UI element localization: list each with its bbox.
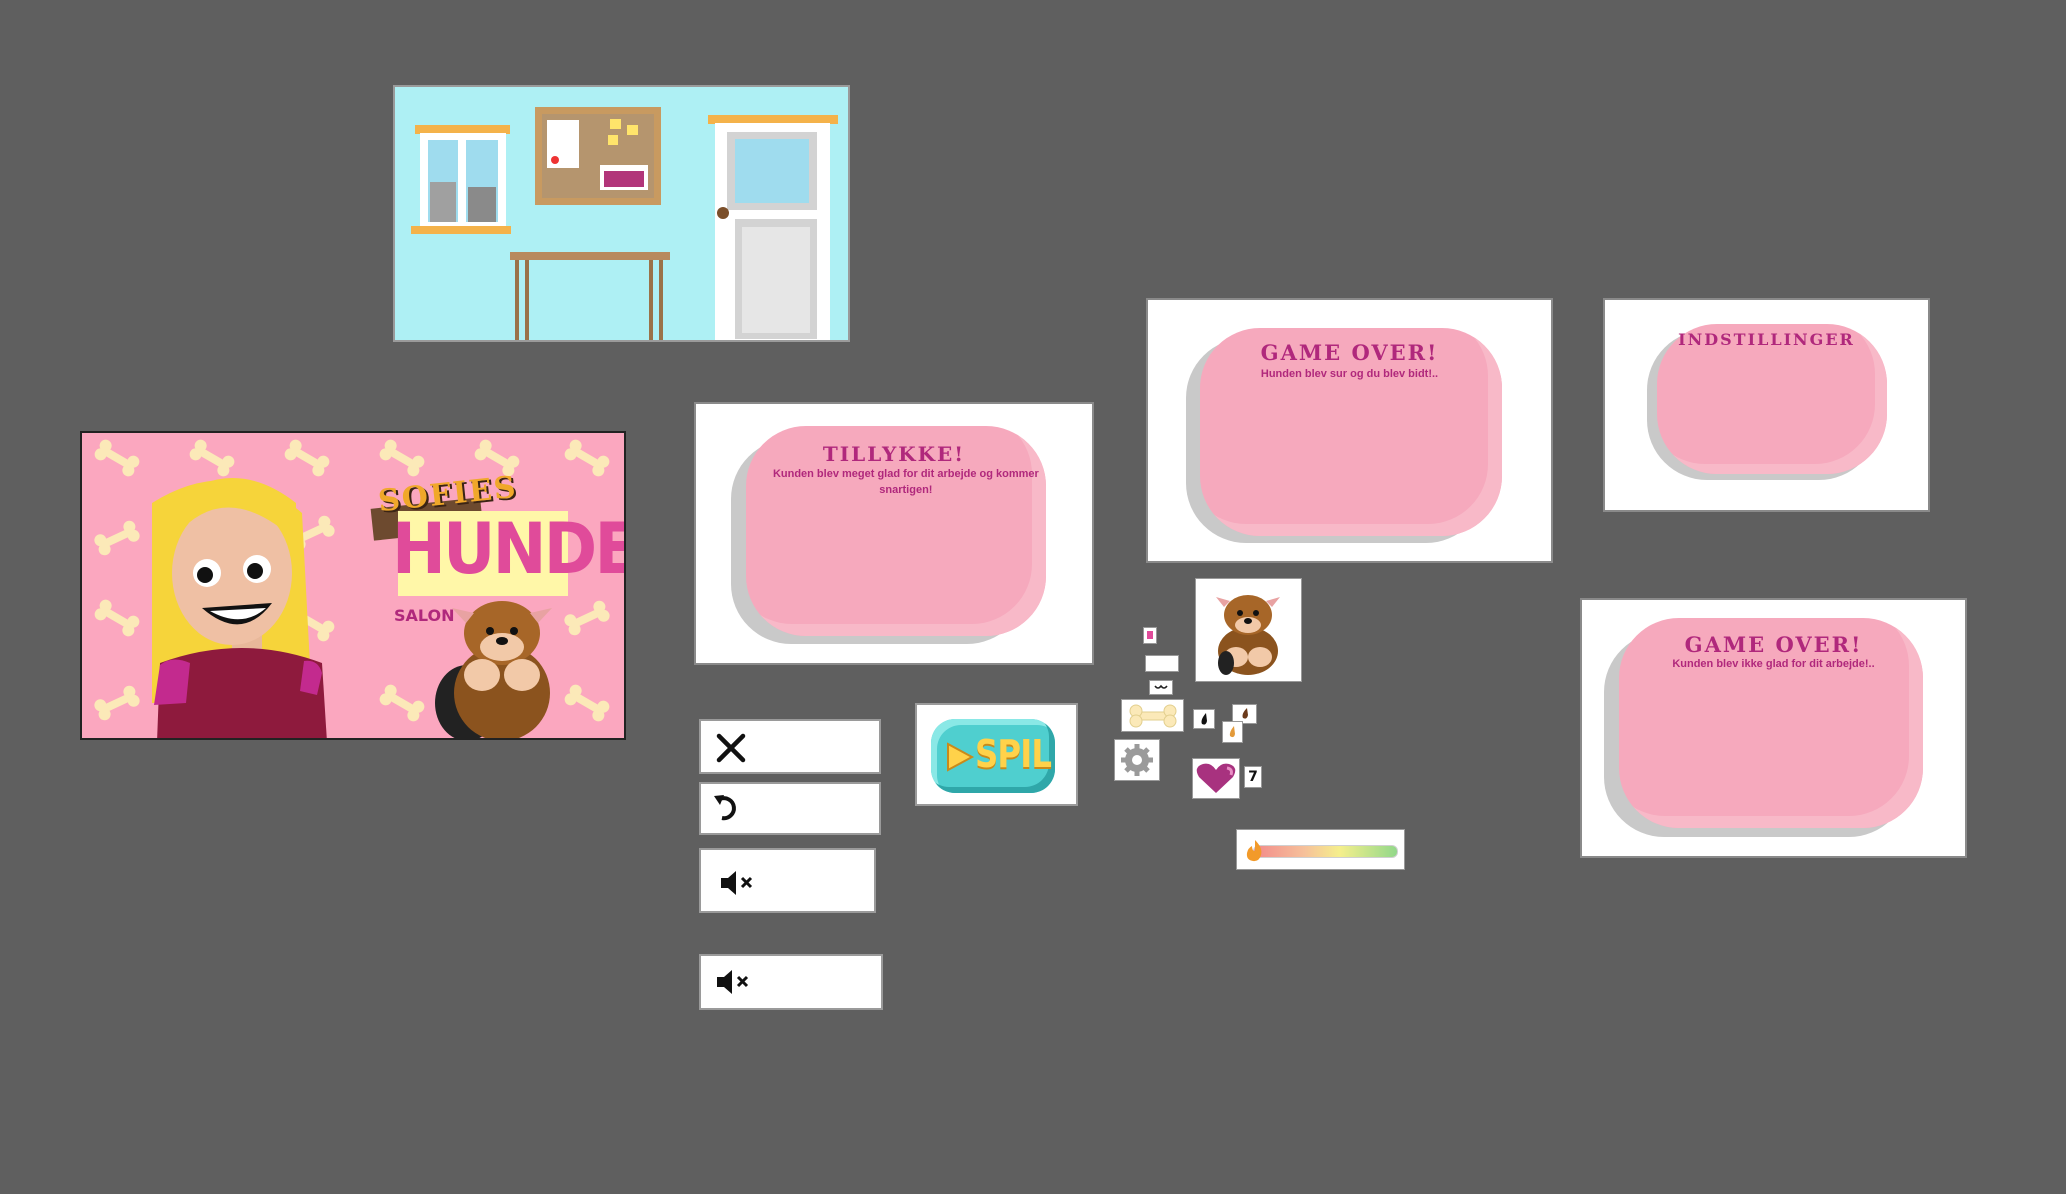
play-button-label: SPIL bbox=[975, 732, 1052, 776]
room-illustration bbox=[411, 107, 838, 340]
dialog-gameover-bite-sprite: GAME OVER! Hunden blev sur og du blev bi… bbox=[1146, 298, 1553, 563]
eyes-sprite bbox=[1149, 680, 1173, 695]
girl-character bbox=[152, 478, 327, 738]
drop-icon bbox=[1229, 726, 1235, 738]
dialog-settings-sprite: INDSTILLINGER bbox=[1603, 298, 1930, 512]
dialog-subtitle: Kunden blev meget glad for dit arbejde o… bbox=[772, 468, 1039, 496]
gear-icon bbox=[1121, 744, 1153, 776]
mute-button[interactable] bbox=[699, 848, 876, 913]
settings-button-sprite[interactable] bbox=[1114, 739, 1160, 781]
heart-sprite bbox=[1192, 758, 1240, 799]
dialog-success-sprite: TILLYKKE! Kunden blev meget glad for dit… bbox=[694, 402, 1094, 665]
dialog-title: GAME OVER! bbox=[1260, 340, 1439, 365]
dialog-title: GAME OVER! bbox=[1684, 632, 1863, 657]
restart-icon bbox=[714, 795, 736, 821]
dialog-title: TILLYKKE! bbox=[822, 442, 966, 466]
title-screen-sprite: SOFIES HUNDE SALON bbox=[80, 431, 626, 740]
eyes-icon bbox=[1154, 684, 1168, 689]
mute-icon bbox=[717, 970, 749, 994]
drop-sprite-1 bbox=[1193, 709, 1215, 729]
bone-sprite bbox=[1121, 699, 1184, 732]
close-icon bbox=[716, 733, 746, 763]
restart-button[interactable] bbox=[699, 782, 881, 835]
drop-sprite-3 bbox=[1222, 721, 1243, 743]
play-icon bbox=[947, 742, 975, 772]
room-background-sprite bbox=[393, 85, 850, 342]
lives-counter: 7 bbox=[1244, 766, 1262, 788]
mood-meter-track bbox=[1253, 845, 1398, 858]
bone-icon bbox=[1129, 704, 1177, 728]
flame-icon bbox=[1246, 840, 1262, 862]
sound-button[interactable] bbox=[699, 954, 883, 1010]
logo-line-salon: SALON bbox=[394, 606, 455, 625]
dog-icon bbox=[1216, 595, 1280, 675]
heart-icon bbox=[1196, 763, 1236, 793]
pink-swatch-sprite bbox=[1143, 627, 1157, 644]
mood-meter-sprite bbox=[1236, 829, 1405, 870]
dialog-subtitle: Kunden blev ikke glad for dit arbejde!.. bbox=[1672, 658, 1875, 670]
dog-portrait-sprite bbox=[1195, 578, 1302, 682]
white-bar-sprite bbox=[1145, 655, 1179, 672]
play-button-sprite[interactable]: SPIL bbox=[915, 703, 1078, 806]
close-button[interactable] bbox=[699, 719, 881, 774]
dialog-gameover-unhappy-sprite: GAME OVER! Kunden blev ikke glad for dit… bbox=[1580, 598, 1967, 858]
drop-icon bbox=[1201, 713, 1207, 725]
dialog-subtitle: Hunden blev sur og du blev bidt!.. bbox=[1260, 368, 1439, 380]
dialog-title: INDSTILLINGER bbox=[1678, 330, 1855, 349]
logo-line-hunde: HUNDE bbox=[392, 508, 626, 590]
mute-icon bbox=[721, 871, 753, 895]
